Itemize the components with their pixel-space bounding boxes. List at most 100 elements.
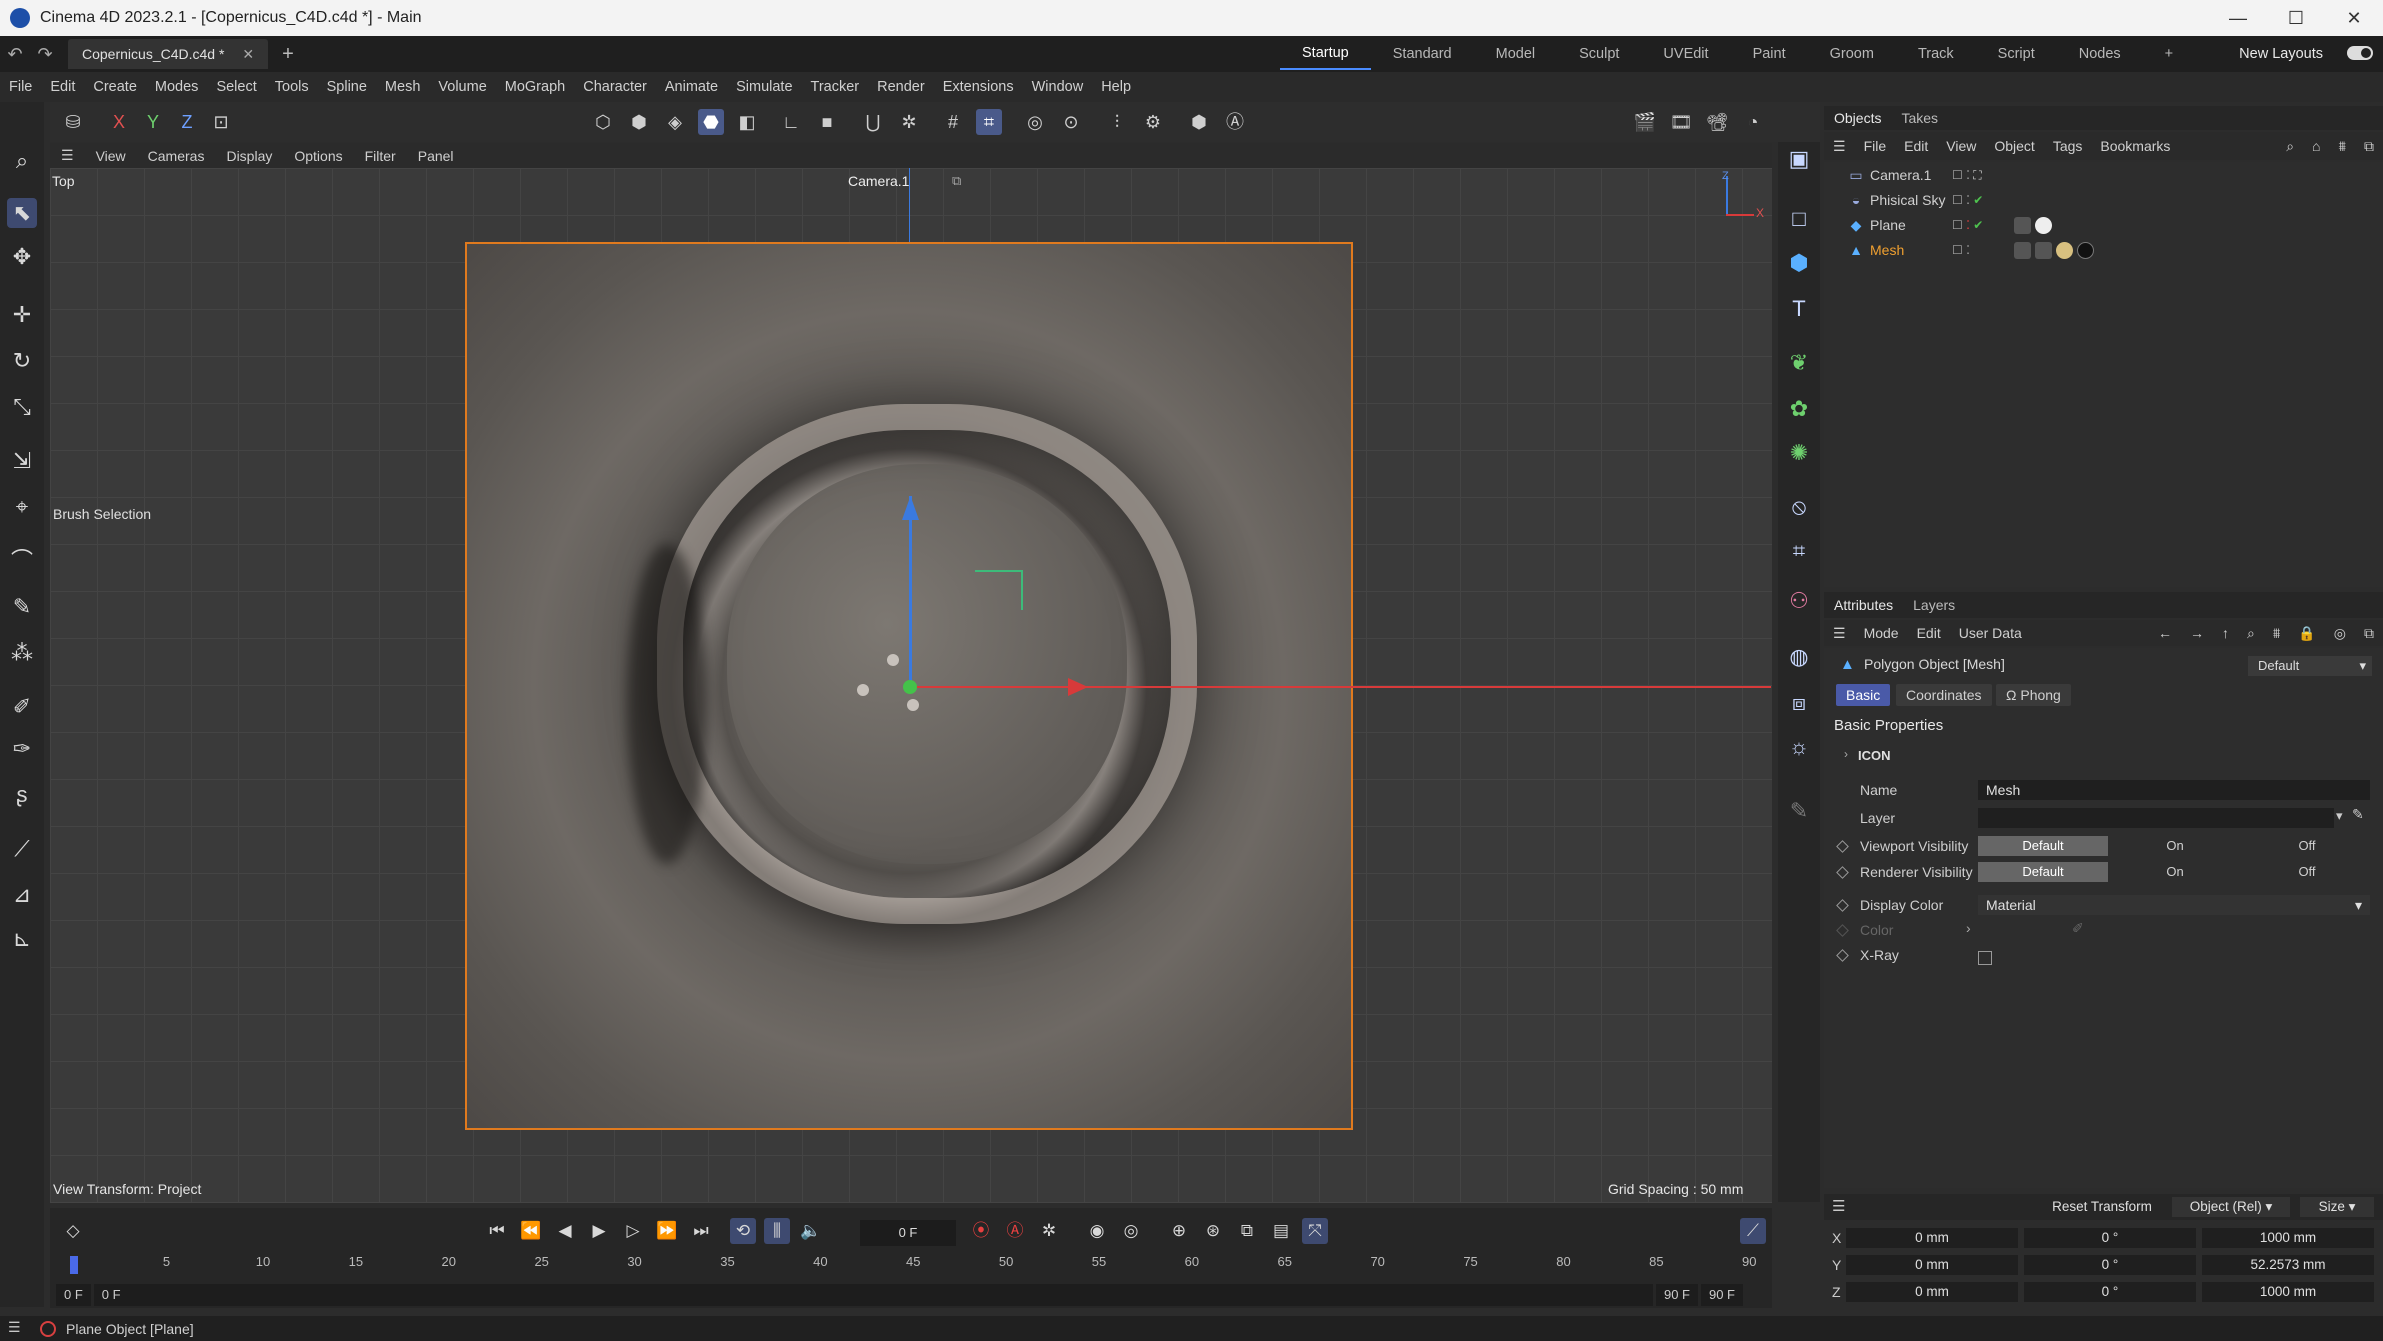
attributes-menu-userdata[interactable]: User Data (1950, 625, 2031, 641)
back-arrow-icon[interactable]: ← (2149, 625, 2181, 641)
axis-x-lock[interactable]: X (106, 109, 132, 135)
object-row-camera[interactable]: ▭ Camera.1 ☐ ⁚ ⛶ (1824, 163, 2383, 188)
next-key-icon[interactable]: ⏩ (654, 1218, 680, 1244)
render-to-picture-viewer-icon[interactable]: 🎞 (1668, 109, 1694, 135)
camera-view-icon[interactable]: ▣ (1784, 144, 1814, 174)
live-selection-icon[interactable]: ⬢ (1186, 109, 1212, 135)
rotation-h-field[interactable]: 0 ° (2024, 1228, 2196, 1248)
deformer-icon[interactable]: ✺ (1784, 438, 1814, 468)
point-level-icon[interactable]: ▤ (1268, 1218, 1294, 1244)
paint-tool-icon[interactable]: ✎ (7, 592, 37, 622)
menu-spline[interactable]: Spline (318, 79, 376, 95)
uvw-tag-icon[interactable] (2014, 242, 2031, 259)
polygons-mode-icon[interactable]: ◈ (662, 109, 688, 135)
prev-key-icon[interactable]: ⏪ (518, 1218, 544, 1244)
menu-character[interactable]: Character (574, 79, 656, 95)
layout-tab-script[interactable]: Script (1976, 46, 2057, 62)
renderer-visibility-off[interactable]: Off (2242, 862, 2372, 882)
move-tool-icon[interactable]: ✛ (7, 300, 37, 330)
visibility-flags[interactable]: ☐ ⁚ ⛶ (1952, 163, 1982, 188)
close-tab-icon[interactable]: ✕ (242, 46, 254, 62)
size-y-field[interactable]: 52.2573 mm (2202, 1255, 2374, 1275)
render-view-icon[interactable]: 🎬 (1632, 109, 1658, 135)
scale-key-icon[interactable]: ⊕ (1166, 1218, 1192, 1244)
snap-settings-icon[interactable]: ✲ (896, 109, 922, 135)
close-button[interactable]: ✕ (2325, 0, 2383, 36)
objects-filter-icon[interactable]: ⩩ (2330, 138, 2355, 155)
live-select-icon[interactable]: ✥ (7, 242, 37, 272)
timeline-playhead[interactable] (70, 1256, 78, 1274)
keyframe-selection-icon[interactable]: ✲ (1036, 1218, 1062, 1244)
viewport-camera-label[interactable]: Camera.1 (848, 173, 909, 189)
keyframe-mode-icon[interactable]: ◇ (60, 1218, 86, 1244)
redo-icon[interactable]: ↷ (30, 44, 60, 65)
visibility-flags[interactable]: ☐ ⁚ (1952, 238, 1970, 263)
target-icon[interactable]: ◎ (2325, 625, 2355, 642)
object-origin-handle[interactable] (903, 680, 917, 694)
environment-icon[interactable]: ◍ (1784, 642, 1814, 672)
workplane-snap-icon[interactable]: ⌗ (976, 109, 1002, 135)
object-row-physical-sky[interactable]: ◒ Phisical Sky ☐ ⁚ ✔ (1824, 188, 2383, 213)
axis-mode-icon[interactable]: ∟ (778, 109, 804, 135)
play-icon[interactable]: ▶ (586, 1218, 612, 1244)
position-y-field[interactable]: 0 mm (1846, 1255, 2018, 1275)
menu-volume[interactable]: Volume (429, 79, 495, 95)
spline-icon[interactable]: ⌗ (1784, 536, 1814, 566)
visibility-flags[interactable]: ☐ ⁚ ✔ (1952, 213, 1983, 238)
viewport-menu-display[interactable]: Display (215, 148, 283, 164)
render-region-icon[interactable]: ◎ (1022, 109, 1048, 135)
position-z-field[interactable]: 0 mm (1846, 1282, 2018, 1302)
name-field[interactable]: Mesh (1978, 780, 2370, 800)
objects-menu-object[interactable]: Object (1985, 138, 2043, 154)
timeline-ruler[interactable]: 051015202530354045505560657075808590 (70, 1254, 1762, 1276)
rotate-tool-icon[interactable]: ↻ (7, 346, 37, 376)
coordinate-system-icon[interactable]: ⊡ (208, 109, 234, 135)
menu-mograph[interactable]: MoGraph (496, 79, 574, 95)
objects-menu-view[interactable]: View (1937, 138, 1985, 154)
knife-tool-icon[interactable]: ⊾ (7, 924, 37, 954)
chevron-right-icon[interactable]: › (1844, 747, 1848, 761)
viewport-visibility-on[interactable]: On (2110, 836, 2240, 856)
prev-frame-icon[interactable]: ◀ (552, 1218, 578, 1244)
menu-animate[interactable]: Animate (656, 79, 727, 95)
objects-home-icon[interactable]: ⌂ (2303, 138, 2329, 154)
material-tag-icon[interactable] (2035, 217, 2052, 234)
pla-key-icon[interactable]: ⧉ (1234, 1218, 1260, 1244)
search-icon[interactable]: ⌕ (7, 146, 37, 176)
edit-pencil-icon[interactable]: ✎ (2352, 806, 2364, 823)
texture-tag-icon[interactable] (2035, 242, 2052, 259)
points-mode-icon[interactable]: ⬡ (590, 109, 616, 135)
character-icon[interactable]: ⚇ (1784, 586, 1814, 616)
range-start-field[interactable]: 0 F (56, 1284, 91, 1306)
playback-rate-icon[interactable]: ⫼ (764, 1218, 790, 1244)
model-mode-icon[interactable]: ⛁ (60, 109, 86, 135)
viewport-menu-cameras[interactable]: Cameras (137, 148, 216, 164)
subtab-phong[interactable]: Ω Phong (1996, 684, 2071, 706)
redshift-render-icon[interactable]: ◔ (1740, 109, 1766, 135)
objects-hamburger-icon[interactable]: ☰ (1824, 138, 1855, 155)
field-icon[interactable]: ⦸ (1784, 492, 1814, 522)
viewport-visibility-default[interactable]: Default (1978, 836, 2108, 856)
measure-tool-icon[interactable]: ⟋ (7, 834, 37, 864)
visibility-flags[interactable]: ☐ ⁚ ✔ (1952, 188, 1983, 213)
material-tag-icon[interactable] (2056, 242, 2073, 259)
sculpt-tool-icon[interactable]: ⁂ (7, 638, 37, 668)
object-row-plane[interactable]: ◆ Plane ☐ ⁚ ✔ (1824, 213, 2383, 238)
position-x-field[interactable]: 0 mm (1846, 1228, 2018, 1248)
coordinate-mode-dropdown[interactable]: Object (Rel) ▾ (2172, 1197, 2290, 1217)
size-mode-dropdown[interactable]: Size ▾ (2300, 1197, 2374, 1217)
axis-y-lock[interactable]: Y (140, 109, 166, 135)
brush-selection-label[interactable]: Brush Selection (53, 506, 151, 522)
texture-tag-icon[interactable] (2014, 217, 2031, 234)
param-key-icon[interactable]: ⊛ (1200, 1218, 1226, 1244)
loop-icon[interactable]: ⟲ (730, 1218, 756, 1244)
new-layouts-toggle[interactable] (2347, 46, 2373, 60)
interpolation-icon[interactable]: ⤧ (1302, 1218, 1328, 1244)
camera-object-icon[interactable]: ⧈ (1784, 688, 1814, 718)
range-end-field[interactable]: 90 F (1655, 1284, 1698, 1306)
magnet-snap-icon[interactable]: ⋃ (860, 109, 886, 135)
menu-window[interactable]: Window (1023, 79, 1093, 95)
menu-mesh[interactable]: Mesh (376, 79, 429, 95)
layout-tab-paint[interactable]: Paint (1731, 46, 1808, 62)
forward-arrow-icon[interactable]: → (2181, 625, 2213, 641)
